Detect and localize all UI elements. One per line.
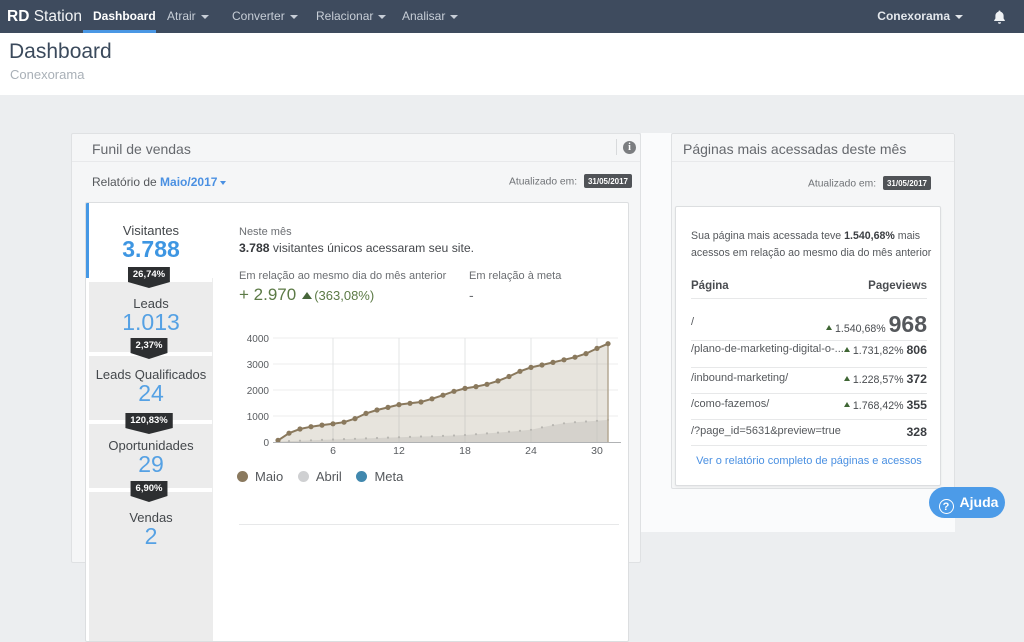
svg-text:6: 6 (330, 445, 336, 457)
svg-text:1000: 1000 (247, 412, 270, 423)
svg-text:24: 24 (525, 445, 537, 457)
svg-text:0: 0 (263, 438, 269, 449)
svg-text:2000: 2000 (247, 386, 270, 397)
svg-text:30: 30 (591, 445, 603, 457)
svg-text:18: 18 (459, 445, 471, 457)
svg-text:3000: 3000 (247, 360, 270, 371)
svg-text:4000: 4000 (247, 334, 270, 345)
svg-text:12: 12 (393, 445, 405, 457)
